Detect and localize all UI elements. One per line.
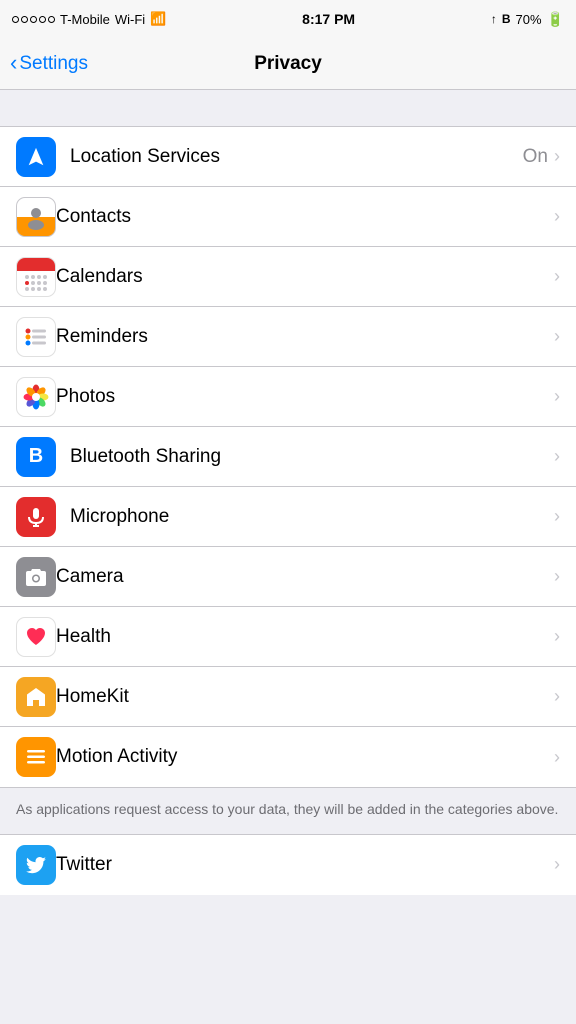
reminders-icon [16,317,56,357]
camera-chevron: › [554,566,560,587]
location-services-label: Location Services [70,146,523,168]
contacts-chevron: › [554,206,560,227]
signal-dot-1 [12,16,19,23]
calendars-icon [16,257,56,297]
page-title: Privacy [254,53,322,75]
motion-activity-item[interactable]: Motion Activity › [0,727,576,787]
photos-item[interactable]: Photos › [0,367,576,427]
battery-label: 70% [516,12,542,27]
homekit-label: HomeKit [56,686,554,708]
homekit-chevron: › [554,686,560,707]
health-icon [16,617,56,657]
bluetooth-icon: B [29,445,43,468]
back-button[interactable]: ‹ Settings [10,53,88,75]
photos-chevron: › [554,386,560,407]
health-chevron: › [554,626,560,647]
bluetooth-status-icon: B [502,12,511,26]
camera-icon [16,557,56,597]
section-spacer [0,90,576,126]
homekit-icon [16,677,56,717]
signal-dots [12,16,55,23]
wifi-label: Wi-Fi [115,12,145,27]
status-time: 8:17 PM [302,11,355,27]
photos-icon [16,377,56,417]
signal-dot-5 [48,16,55,23]
motion-activity-label: Motion Activity [56,746,554,768]
bluetooth-sharing-chevron: › [554,446,560,467]
reminders-chevron: › [554,326,560,347]
signal-dot-4 [39,16,46,23]
twitter-label: Twitter [56,854,554,876]
nav-bar: ‹ Settings Privacy [0,38,576,90]
microphone-icon [16,497,56,537]
microphone-item[interactable]: Microphone › [0,487,576,547]
motion-activity-chevron: › [554,747,560,768]
location-services-chevron: › [554,146,560,167]
back-chevron-icon: ‹ [10,52,17,74]
contacts-icon [16,197,56,237]
camera-item[interactable]: Camera › [0,547,576,607]
twitter-icon [16,845,56,885]
status-right: ↑ B 70% 🔋 [491,11,564,28]
calendars-chevron: › [554,266,560,287]
carrier-label: T-Mobile [60,12,110,27]
microphone-chevron: › [554,506,560,527]
location-services-icon [16,137,56,177]
contacts-label: Contacts [56,206,554,228]
reminders-label: Reminders [56,326,554,348]
homekit-item[interactable]: HomeKit › [0,667,576,727]
camera-label: Camera [56,566,554,588]
health-label: Health [56,626,554,648]
signal-dot-3 [30,16,37,23]
battery-icon: 🔋 [547,11,564,28]
microphone-label: Microphone [70,506,554,528]
social-settings-list: Twitter › [0,834,576,895]
motion-activity-icon [16,737,56,777]
bluetooth-sharing-icon: B [16,437,56,477]
status-left: T-Mobile Wi-Fi 📶 [12,11,166,27]
location-services-item[interactable]: Location Services On › [0,127,576,187]
bluetooth-sharing-item[interactable]: B Bluetooth Sharing › [0,427,576,487]
twitter-chevron: › [554,854,560,875]
calendars-item[interactable]: Calendars › [0,247,576,307]
back-label: Settings [19,53,88,75]
signal-dot-2 [21,16,28,23]
calendars-label: Calendars [56,266,554,288]
twitter-item[interactable]: Twitter › [0,835,576,895]
bluetooth-sharing-label: Bluetooth Sharing [70,446,554,468]
footer-note: As applications request access to your d… [0,788,576,834]
status-bar: T-Mobile Wi-Fi 📶 8:17 PM ↑ B 70% 🔋 [0,0,576,38]
wifi-icon: 📶 [150,11,166,27]
location-icon: ↑ [491,12,497,26]
health-item[interactable]: Health › [0,607,576,667]
contacts-item[interactable]: Contacts › [0,187,576,247]
photos-label: Photos [56,386,554,408]
location-services-value: On [523,146,548,168]
reminders-item[interactable]: Reminders › [0,307,576,367]
privacy-settings-list: Location Services On › Contacts › [0,126,576,788]
